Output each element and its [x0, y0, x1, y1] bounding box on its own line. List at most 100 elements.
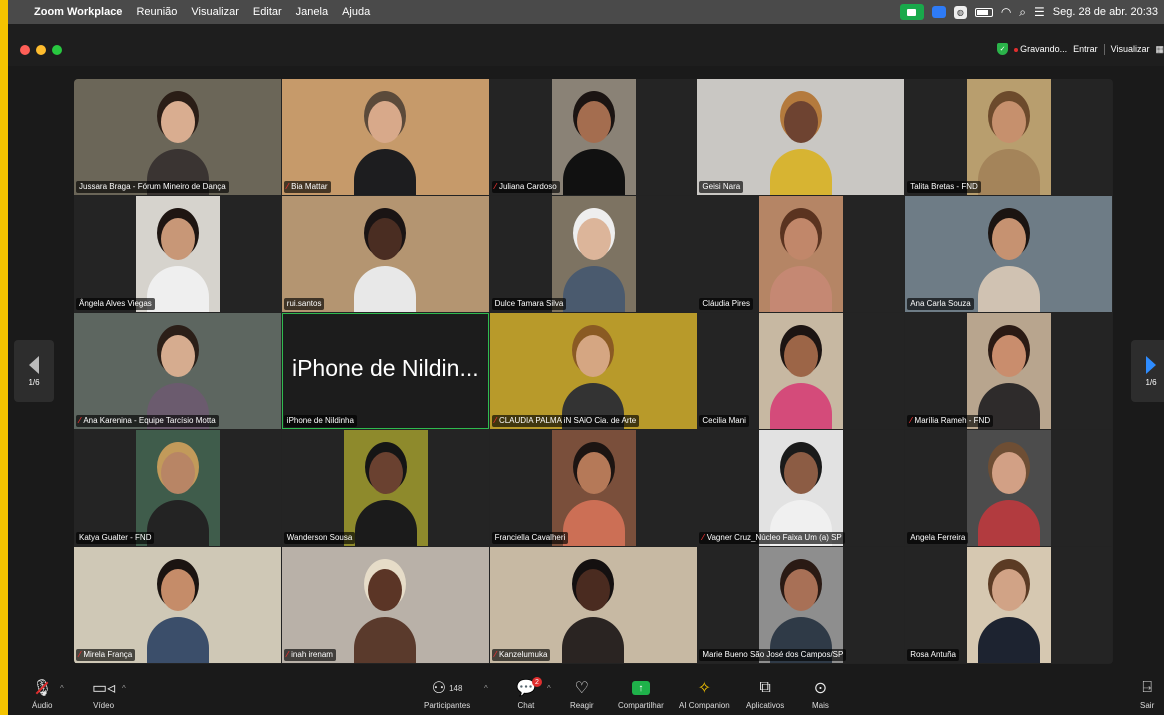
window-title-bar: ✓ Gravando... Entrar Visualizar ▦ [8, 24, 1164, 66]
share-screen-button[interactable]: ↑ Compartilhar [618, 677, 664, 710]
participant-video [759, 547, 844, 663]
menu-janela[interactable]: Janela [289, 6, 335, 18]
participant-video [489, 313, 697, 429]
grid-view-icon[interactable]: ▦ [1155, 44, 1164, 55]
participant-tile[interactable]: Dulce Tamara Silva [489, 196, 697, 312]
next-page-button[interactable]: 1/6 [1131, 340, 1164, 402]
participant-name: Cecilia Mani [702, 416, 746, 425]
more-button[interactable]: ⊙ Mais [812, 677, 829, 710]
participant-tile[interactable]: Katya Gualter - FND [74, 430, 281, 546]
menu-ajuda[interactable]: Ajuda [335, 6, 377, 18]
muted-microphone-icon: ⁄ [286, 182, 289, 191]
participant-tile[interactable]: ⁄ Juliana Cardoso [489, 79, 697, 195]
participant-tile[interactable]: ⁄ Vagner Cruz_Núcleo Faixa Um (a) SP [697, 430, 905, 546]
participant-video [281, 79, 489, 195]
participant-name-tag: Cecilia Mani [699, 415, 749, 427]
participant-silhouette [354, 617, 417, 663]
ai-companion-button[interactable]: ✧ AI Companion [679, 677, 730, 710]
participant-tile[interactable]: Ângela Alves Viegas [74, 196, 281, 312]
participant-name: Juliana Cardoso [498, 182, 557, 191]
participant-tile[interactable]: Geisi Nara [697, 79, 905, 195]
previous-page-button[interactable]: 1/6 [14, 340, 54, 402]
participant-tile[interactable]: ⁄ Ana Karenina - Equipe Tarcísio Motta [74, 313, 281, 429]
muted-microphone-icon: ⁄ [910, 416, 912, 425]
participant-silhouette [562, 266, 625, 312]
participant-face [161, 452, 195, 494]
participant-face [784, 569, 819, 611]
participant-face [783, 101, 818, 143]
menu-app-name[interactable]: Zoom Workplace [34, 6, 129, 18]
participant-silhouette [354, 500, 417, 546]
participant-tile[interactable]: rui.santos [281, 196, 489, 312]
participant-tile[interactable]: Franciella Cavalheri [489, 430, 697, 546]
wifi-icon[interactable]: ◠ [1001, 5, 1011, 19]
participant-name-tag: ⁄ inah irenam [283, 649, 336, 661]
chat-button[interactable]: 💬 2 Chat [516, 677, 542, 710]
audio-options-chevron-icon[interactable]: ^ [60, 684, 64, 693]
participant-tile[interactable]: ⁄ Marília Rameh - FND [905, 313, 1113, 429]
menu-visualizar[interactable]: Visualizar [184, 6, 246, 18]
leave-label: Sair [1140, 701, 1155, 710]
zoom-camera-status-icon[interactable] [899, 4, 924, 20]
audio-button[interactable]: 🎙 Áudio [32, 677, 52, 710]
participant-tile[interactable]: Ana Carla Souza [905, 196, 1113, 312]
video-options-chevron-icon[interactable]: ^ [122, 684, 126, 693]
window-fullscreen-button[interactable] [52, 45, 62, 55]
participant-tile[interactable]: Cecilia Mani [697, 313, 905, 429]
participants-options-chevron-icon[interactable]: ^ [484, 684, 488, 693]
participant-tile[interactable]: Marie Bueno São José dos Campos/SP [697, 547, 905, 663]
heart-icon: ♡ [574, 680, 589, 697]
participants-label: Participantes [424, 701, 471, 710]
participant-tile[interactable]: Jussara Braga - Fórum Mineiro de Dança [74, 79, 281, 195]
participant-name-tag: Ana Carla Souza [907, 298, 974, 310]
view-button[interactable]: Visualizar [1111, 44, 1150, 54]
menu-reuniao[interactable]: Reunião [129, 6, 184, 18]
participants-button[interactable]: ⚇ 148 Participantes [424, 677, 470, 710]
participant-name-tag: ⁄ Kanzelumuka [491, 649, 551, 661]
react-button[interactable]: ♡ Reagir [570, 677, 594, 710]
video-button[interactable]: ▭◃ Vídeo [92, 677, 115, 710]
participant-tile[interactable]: Wanderson Sousa [281, 430, 489, 546]
meeting-controls-toolbar: 🎙 Áudio ^ ▭◃ Vídeo ^ ⚇148 Participantes … [8, 672, 1164, 715]
leave-meeting-button[interactable]: ⍈ Sair [1140, 677, 1154, 710]
participant-tile[interactable]: ⁄ Bia Mattar [281, 79, 489, 195]
chat-unread-badge: 2 [531, 677, 542, 687]
window-close-button[interactable] [20, 45, 30, 55]
menubar-clock[interactable]: Seg. 28 de abr. 20:33 [1053, 6, 1158, 18]
apps-button[interactable]: ⧉ Aplicativos [746, 677, 784, 710]
spotlight-search-icon[interactable]: ⌕ [1019, 5, 1026, 20]
battery-icon[interactable] [974, 7, 993, 17]
participant-tile[interactable]: ⁄ CLAUDIA PALMA iN SAiO Cia. de Arte [489, 313, 697, 429]
control-center-icon[interactable]: ☰ [1034, 5, 1045, 19]
participant-name: Bia Mattar [291, 182, 328, 191]
gallery-view: Jussara Braga - Fórum Mineiro de Dança ⁄ B… [74, 79, 1113, 664]
participant-face [784, 218, 819, 260]
zoom-menu-badge-icon[interactable] [931, 6, 946, 18]
participant-face [784, 335, 819, 377]
participant-silhouette [978, 500, 1041, 546]
enter-button[interactable]: Entrar [1073, 44, 1098, 54]
chat-label: Chat [517, 701, 535, 710]
menu-editar[interactable]: Editar [246, 6, 289, 18]
security-shield-icon[interactable]: ✓ [997, 43, 1009, 55]
participant-tile[interactable]: ⁄ inah irenam [281, 547, 489, 663]
participant-tile[interactable]: Rosa Antuña [905, 547, 1113, 663]
app-status-icon[interactable]: ◍ [953, 5, 967, 19]
macos-menu-bar: Zoom Workplace Reunião Visualizar Editar… [8, 0, 1164, 24]
more-dots-icon: ⊙ [813, 680, 828, 697]
participant-tile[interactable]: ⁄ Mirela França [74, 547, 281, 663]
participant-name: Marília Rameh - FND [914, 416, 991, 425]
participant-face [576, 335, 611, 377]
participant-video [759, 430, 844, 546]
chat-options-chevron-icon[interactable]: ^ [547, 684, 551, 693]
participant-tile[interactable]: ⁄ Kanzelumuka [489, 547, 697, 663]
participant-tile[interactable]: Talita Bretas - FND [905, 79, 1113, 195]
window-minimize-button[interactable] [36, 45, 46, 55]
participant-tile[interactable]: Cláudia Pires [697, 196, 905, 312]
participant-tile[interactable]: Angela Ferreira [905, 430, 1113, 546]
recording-indicator[interactable]: Gravando... [1014, 44, 1067, 54]
participant-name-tag: Jussara Braga - Fórum Mineiro de Dança [76, 181, 229, 193]
sparkle-icon: ✧ [697, 680, 712, 697]
participant-tile[interactable]: iPhone de Nildin... iPhone de Nildinha [281, 313, 489, 429]
participant-name-tag: iPhone de Nildinha [283, 415, 357, 427]
